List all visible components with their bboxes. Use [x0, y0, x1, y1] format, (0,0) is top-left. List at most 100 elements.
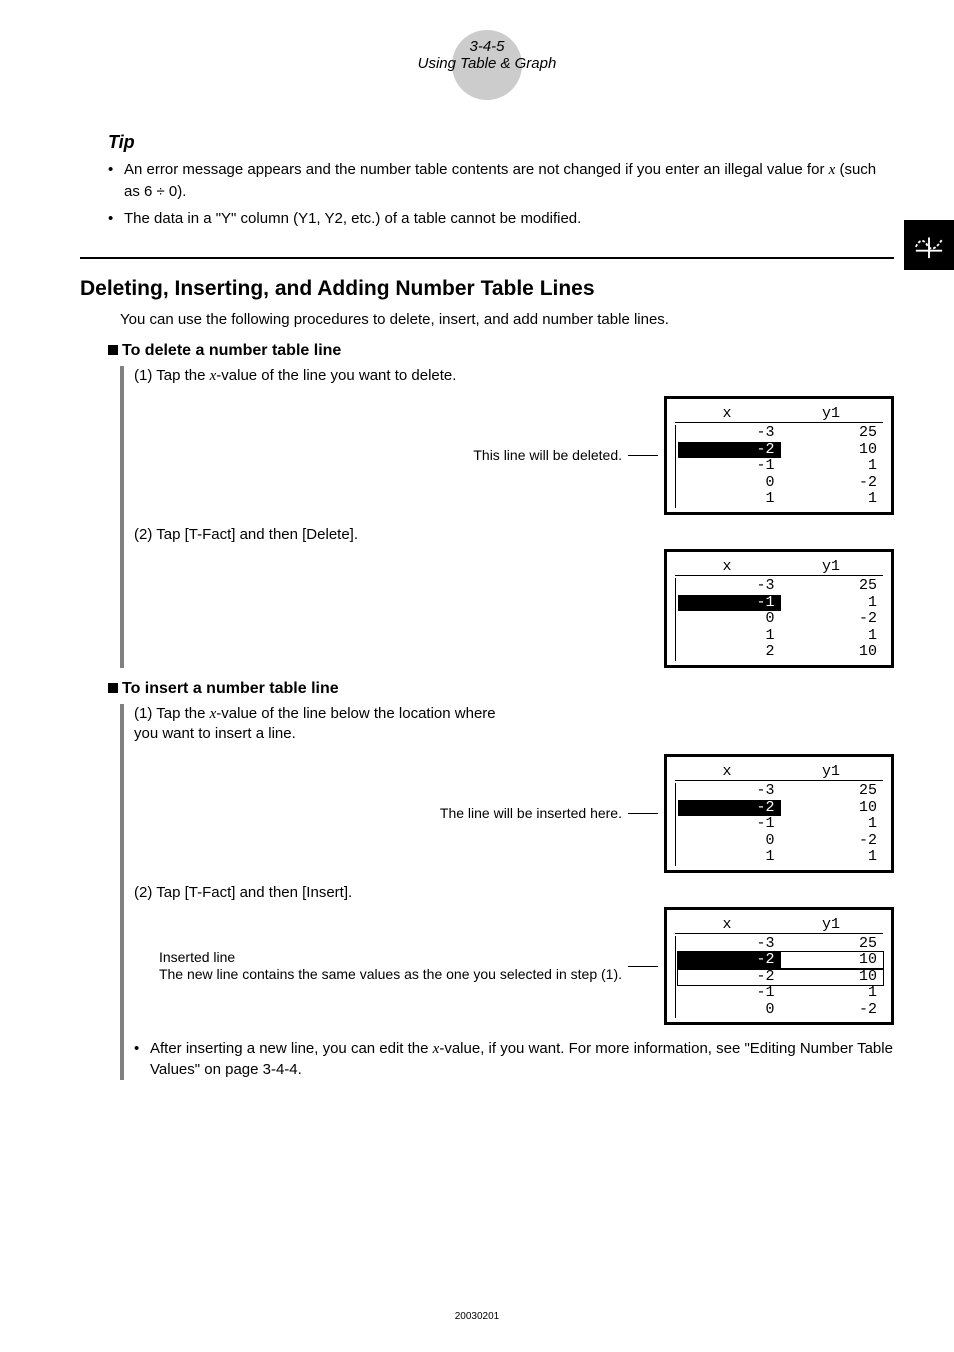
table-row: 0-2	[678, 475, 883, 492]
table-row: -11	[678, 985, 883, 1002]
cell-x: -3	[678, 578, 781, 595]
insert-caption2: Inserted line The new line contains the …	[159, 949, 622, 984]
cell-x: -1	[678, 985, 781, 1002]
delete-heading: To delete a number table line	[108, 342, 894, 360]
col-head: y1	[779, 405, 883, 422]
cell-y: -2	[781, 475, 884, 492]
cell-y: 1	[781, 491, 884, 508]
cell-y: 25	[781, 425, 884, 442]
table-row: -325	[678, 425, 883, 442]
tip-text: The data in a "Y" column (Y1, Y2, etc.) …	[124, 210, 581, 227]
cell-x: 2	[678, 644, 781, 661]
cell-y: 10	[781, 969, 884, 986]
graph-icon	[914, 230, 944, 260]
step-text-part: (1) Tap the	[134, 705, 210, 722]
cell-x: 0	[678, 475, 781, 492]
cell-x: 1	[678, 628, 781, 645]
col-head: y1	[779, 763, 883, 780]
leader-line	[628, 455, 658, 456]
cell-x: -3	[678, 783, 781, 800]
cell-x: 0	[678, 1002, 781, 1019]
cell-x: -2	[678, 952, 781, 969]
caption-line: Inserted line	[159, 949, 235, 965]
table-row: -11	[678, 595, 883, 612]
delete-step2: (2) Tap [T-Fact] and then [Delete].	[134, 525, 894, 545]
cell-y: 25	[781, 578, 884, 595]
table-row: -210	[678, 800, 883, 817]
delete-caption1: This line will be deleted.	[422, 447, 622, 465]
col-head: x	[675, 763, 779, 780]
page-number: 3-4-5	[80, 30, 894, 55]
cell-x: -1	[678, 816, 781, 833]
cell-x: 0	[678, 833, 781, 850]
footer-code: 20030201	[0, 1311, 954, 1322]
cell-x: 0	[678, 611, 781, 628]
insert-caption1: The line will be inserted here.	[422, 805, 622, 823]
cell-y: 10	[781, 442, 884, 459]
cell-y: 1	[781, 595, 884, 612]
tip-item: The data in a "Y" column (Y1, Y2, etc.) …	[108, 208, 894, 229]
insert-heading: To insert a number table line	[108, 680, 894, 698]
cell-y: 1	[781, 985, 884, 1002]
table-row: -210	[678, 952, 883, 969]
cell-y: 10	[781, 952, 884, 969]
cell-y: 1	[781, 628, 884, 645]
table-row: 0-2	[678, 611, 883, 628]
col-head: x	[675, 916, 779, 933]
cell-y: 1	[781, 849, 884, 866]
cell-y: -2	[781, 1002, 884, 1019]
cell-y: 1	[781, 816, 884, 833]
cell-x: 1	[678, 491, 781, 508]
cell-x: -3	[678, 425, 781, 442]
cell-y: -2	[781, 833, 884, 850]
delete-procedure: (1) Tap the x -value of the line you want…	[120, 366, 894, 668]
col-head: x	[675, 405, 779, 422]
table-row: 0-2	[678, 1002, 883, 1019]
insert-step1: (1) Tap the x-value of the line below th…	[134, 704, 504, 745]
col-head: x	[675, 558, 779, 575]
caption-line: The new line contains the same values as…	[159, 966, 622, 982]
cell-x: -1	[678, 595, 781, 612]
table-after-delete: xy1 -325-110-211210	[664, 549, 894, 668]
step-text-part: -value of the line you want to delete.	[216, 367, 456, 384]
cell-y: 25	[781, 936, 884, 953]
cell-x: 1	[678, 849, 781, 866]
insert-step2: (2) Tap [T-Fact] and then [Insert].	[134, 883, 894, 903]
table-row: -11	[678, 816, 883, 833]
step-text-part: (1) Tap the	[134, 367, 210, 384]
section-title: Deleting, Inserting, and Adding Number T…	[80, 277, 894, 301]
cell-y: 25	[781, 783, 884, 800]
leader-line	[628, 966, 658, 967]
table-row: -325	[678, 936, 883, 953]
tip-label: Tip	[108, 132, 894, 153]
cell-y: 10	[781, 644, 884, 661]
table-row: 11	[678, 849, 883, 866]
table-row: 210	[678, 644, 883, 661]
table-row: 11	[678, 628, 883, 645]
delete-step1: (1) Tap the x-value of the line you want…	[134, 366, 894, 386]
cell-y: 10	[781, 800, 884, 817]
table-before-insert: xy1 -325-210-110-211	[664, 754, 894, 873]
table-row: -325	[678, 783, 883, 800]
tip-text: An error message appears and the number …	[124, 161, 829, 178]
cell-x: -2	[678, 969, 781, 986]
table-row: 0-2	[678, 833, 883, 850]
table-after-insert: xy1 -325-210-210-110-2	[664, 907, 894, 1026]
cell-x: -2	[678, 800, 781, 817]
col-head: y1	[779, 558, 883, 575]
table-row: -11	[678, 458, 883, 475]
table-row: 11	[678, 491, 883, 508]
leader-line	[628, 813, 658, 814]
side-tab-badge	[904, 220, 954, 270]
insert-note: After inserting a new line, you can edit…	[134, 1039, 894, 1080]
cell-x: -3	[678, 936, 781, 953]
table-row: -210	[678, 442, 883, 459]
table-row: -325	[678, 578, 883, 595]
note-part: After inserting a new line, you can edit…	[150, 1040, 433, 1057]
section-intro: You can use the following procedures to …	[120, 311, 894, 328]
cell-x: -2	[678, 442, 781, 459]
tip-item: An error message appears and the number …	[108, 159, 894, 202]
cell-y: -2	[781, 611, 884, 628]
col-head: y1	[779, 916, 883, 933]
tip-list: An error message appears and the number …	[80, 159, 894, 229]
